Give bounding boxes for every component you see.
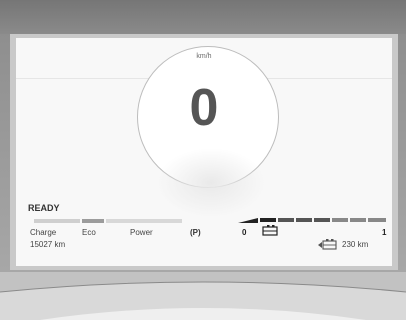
dashboard-hood [0,0,406,34]
charge-segment [34,219,80,223]
speed-unit-label: km/h [196,53,212,60]
eco-segment [82,219,104,223]
instrument-cluster-screen: km/h 0 READY Charge Eco Power (P) 0 1 15… [16,38,392,266]
speedometer-glow [156,148,266,218]
power-meter-bar [34,219,184,223]
charge-label: Charge [30,228,57,237]
odometer-readout: 15027 km [30,240,66,249]
power-label: Power [130,228,153,237]
range-battery-icon [318,239,337,250]
range-readout: 230 km [342,240,369,249]
park-brake-icon: (P) [190,228,201,237]
battery-level-bar [238,218,388,223]
eco-label: Eco [82,228,96,237]
battery-min-label: 0 [242,228,247,237]
lower-dashboard-panel [0,272,406,320]
battery-level-segments [238,218,386,223]
ready-indicator: READY [28,203,60,213]
speed-readout: 0 [189,79,219,137]
battery-max-label: 1 [382,228,387,237]
battery-icon [262,225,278,236]
power-segment [106,219,182,223]
